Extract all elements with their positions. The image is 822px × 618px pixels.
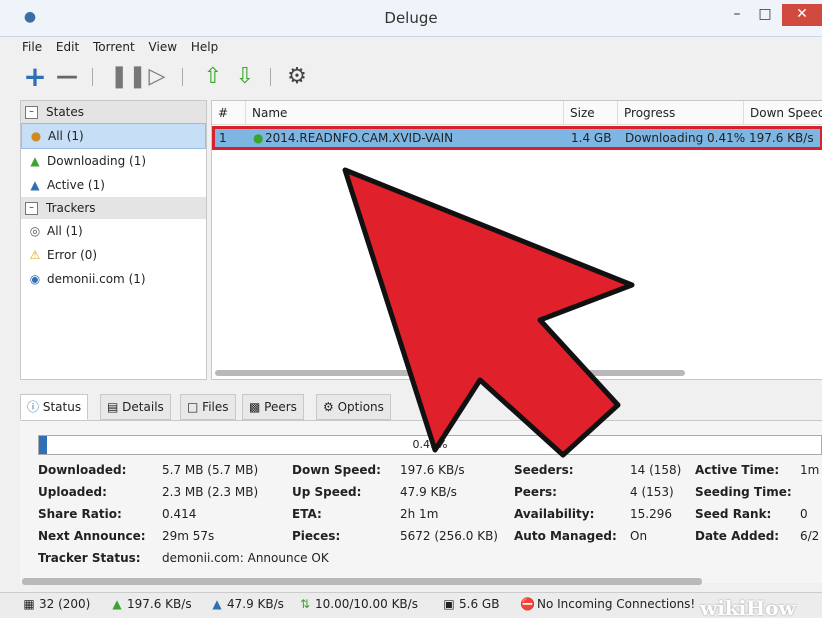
wikihow-watermark: wikiHow [700, 596, 796, 618]
deluge-window: ● Deluge – □ ✕ File Edit Torrent View He… [0, 0, 822, 618]
red-arrow-annotation [342, 167, 635, 458]
